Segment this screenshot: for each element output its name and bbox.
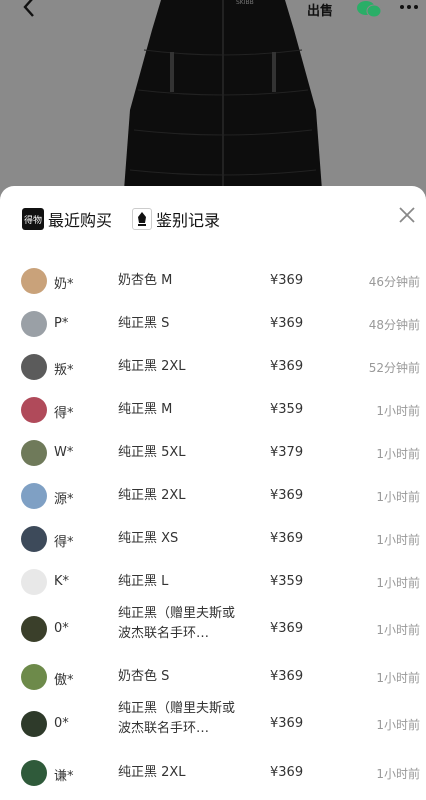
close-icon[interactable]: [396, 204, 418, 226]
avatar: [21, 311, 47, 337]
purchase-time: 1小时前: [376, 718, 420, 732]
variant-label: 纯正黑 S: [118, 316, 170, 331]
purchase-time: 1小时前: [376, 671, 420, 685]
auth-seal-icon: [132, 208, 152, 230]
variant-label: 纯正黑 5XL: [118, 445, 186, 460]
buyer-name: P*: [54, 316, 69, 331]
purchase-row: 叛* 纯正黑 2XL ¥369 52分钟前: [0, 354, 426, 380]
variant-label: 奶杏色 S: [118, 669, 170, 684]
purchase-time: 46分钟前: [368, 275, 420, 289]
purchase-time: 1小时前: [376, 533, 420, 547]
buyer-name: W*: [54, 445, 74, 460]
buyer-name: 得*: [54, 406, 74, 421]
tab-label: 鉴别记录: [156, 211, 221, 230]
avatar: [21, 354, 47, 380]
purchase-time: 1小时前: [376, 404, 420, 418]
buyer-name: 得*: [54, 535, 74, 550]
purchase-time: 48分钟前: [368, 318, 420, 332]
buyer-name: 0*: [54, 716, 69, 731]
variant-label: 纯正黑（赠里夫斯或波杰联名手环…: [118, 701, 236, 736]
purchase-row: P* 纯正黑 S ¥369 48分钟前: [0, 311, 426, 337]
wechat-icon[interactable]: [356, 0, 382, 18]
buyer-name: 源*: [54, 492, 74, 507]
buyer-name: 谦*: [54, 769, 74, 784]
avatar: [21, 711, 47, 737]
purchase-row: 得* 纯正黑 M ¥359 1小时前: [0, 397, 426, 423]
price: ¥369: [270, 531, 304, 546]
tab-authentication-records[interactable]: 鉴别记录: [132, 206, 220, 232]
sheet-header: 得物 最近购买 鉴别记录: [0, 186, 426, 250]
price: ¥359: [270, 402, 304, 417]
price: ¥369: [270, 765, 304, 780]
price: ¥369: [270, 488, 304, 503]
purchase-time: 1小时前: [376, 767, 420, 781]
variant-label: 纯正黑 XS: [118, 531, 179, 546]
purchase-row: 0* 纯正黑（赠里夫斯或波杰联名手环… ¥369 1小时前: [0, 606, 426, 651]
avatar: [21, 569, 47, 595]
dewu-badge-icon: 得物: [22, 208, 44, 230]
buyer-name: 傲*: [54, 673, 74, 688]
purchase-row: 谦* 纯正黑 2XL ¥369 1小时前: [0, 760, 426, 786]
purchase-row: K* 纯正黑 L ¥359 1小时前: [0, 569, 426, 595]
price: ¥369: [270, 669, 304, 684]
top-bar: 出售: [0, 0, 426, 26]
buyer-name: 叛*: [54, 363, 74, 378]
back-chevron-icon[interactable]: [18, 0, 40, 18]
tab-recent-purchases[interactable]: 得物 最近购买: [22, 206, 112, 232]
variant-label: 纯正黑 2XL: [118, 359, 186, 374]
more-icon[interactable]: [399, 2, 419, 12]
buyer-name: 奶*: [54, 277, 74, 292]
purchase-time: 1小时前: [376, 447, 420, 461]
purchase-row: 得* 纯正黑 XS ¥369 1小时前: [0, 526, 426, 552]
buyer-name: 0*: [54, 621, 69, 636]
avatar: [21, 483, 47, 509]
avatar: [21, 664, 47, 690]
purchase-row: W* 纯正黑 5XL ¥379 1小时前: [0, 440, 426, 466]
avatar: [21, 440, 47, 466]
price: ¥369: [270, 316, 304, 331]
variant-label: 奶杏色 M: [118, 273, 173, 288]
buyer-name: K*: [54, 574, 70, 589]
avatar: [21, 268, 47, 294]
avatar: [21, 397, 47, 423]
tab-label: 最近购买: [48, 211, 113, 230]
product-image: SKIBB: [124, 0, 322, 190]
purchase-time: 52分钟前: [368, 361, 420, 375]
sell-icon[interactable]: 出售: [307, 0, 335, 18]
variant-label: 纯正黑 L: [118, 574, 169, 589]
price: ¥369: [270, 716, 304, 731]
price: ¥369: [270, 359, 304, 374]
purchase-time: 1小时前: [376, 576, 420, 590]
variant-label: 纯正黑 2XL: [118, 765, 186, 780]
price: ¥369: [270, 621, 304, 636]
purchase-time: 1小时前: [376, 623, 420, 637]
purchase-row: 奶* 奶杏色 M ¥369 46分钟前: [0, 268, 426, 294]
purchase-time: 1小时前: [376, 490, 420, 504]
price: ¥379: [270, 445, 304, 460]
sell-label: 出售: [307, 3, 334, 18]
recent-purchases-sheet: 得物 最近购买 鉴别记录 奶* 奶杏色 M ¥369 46分钟前 P* 纯正黑 S ¥369…: [0, 186, 426, 800]
variant-label: 纯正黑（赠里夫斯或波杰联名手环…: [118, 606, 236, 641]
avatar: [21, 760, 47, 786]
purchase-row: 0* 纯正黑（赠里夫斯或波杰联名手环… ¥369 1小时前: [0, 701, 426, 746]
variant-label: 纯正黑 2XL: [118, 488, 186, 503]
purchase-row: 傲* 奶杏色 S ¥369 1小时前: [0, 664, 426, 690]
purchase-row: 源* 纯正黑 2XL ¥369 1小时前: [0, 483, 426, 509]
variant-label: 纯正黑 M: [118, 402, 173, 417]
price: ¥369: [270, 273, 304, 288]
price: ¥359: [270, 574, 304, 589]
avatar: [21, 526, 47, 552]
avatar: [21, 616, 47, 642]
